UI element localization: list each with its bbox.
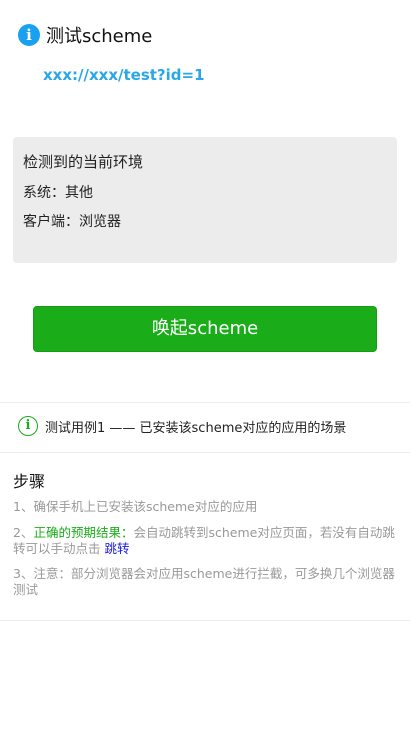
step-2-prefix: 2、 — [13, 525, 34, 540]
divider — [0, 620, 410, 621]
divider — [0, 402, 410, 403]
divider — [0, 452, 410, 453]
environment-title: 检测到的当前环境 — [23, 153, 144, 171]
page-title: 测试scheme — [46, 26, 153, 47]
environment-panel: 检测到的当前环境 系统：其他 客户端：浏览器 — [13, 137, 397, 263]
step-3: 3、注意：部分浏览器会对应用scheme进行拦截，可多换几个浏览器测试 — [13, 566, 395, 597]
step-1: 1、确保手机上已安装该scheme对应的应用 — [13, 499, 258, 514]
info-outline-icon: i — [18, 416, 38, 436]
steps-title: 步骤 — [13, 472, 46, 491]
test-case-label: 测试用例1 —— 已安装该scheme对应的应用的场景 — [45, 420, 347, 436]
environment-client: 客户端：浏览器 — [23, 214, 121, 230]
page-header: i 测试scheme — [18, 22, 152, 48]
test-case-header: i 测试用例1 —— 已安装该scheme对应的应用的场景 — [18, 416, 346, 436]
page: i 测试scheme xxx://xxx/test?id=1 检测到的当前环境 … — [0, 0, 410, 736]
environment-system: 系统：其他 — [23, 185, 93, 201]
info-icon: i — [18, 24, 40, 46]
step-2: 2、正确的预期结果：会自动跳转到scheme对应页面，若没有自动跳转可以手动点击… — [13, 525, 397, 557]
scheme-url-text: xxx://xxx/test?id=1 — [43, 66, 205, 84]
jump-link[interactable]: 跳转 — [105, 541, 130, 556]
launch-scheme-button[interactable]: 唤起scheme — [33, 306, 377, 352]
step-2-highlight: 正确的预期结果： — [33, 525, 134, 540]
